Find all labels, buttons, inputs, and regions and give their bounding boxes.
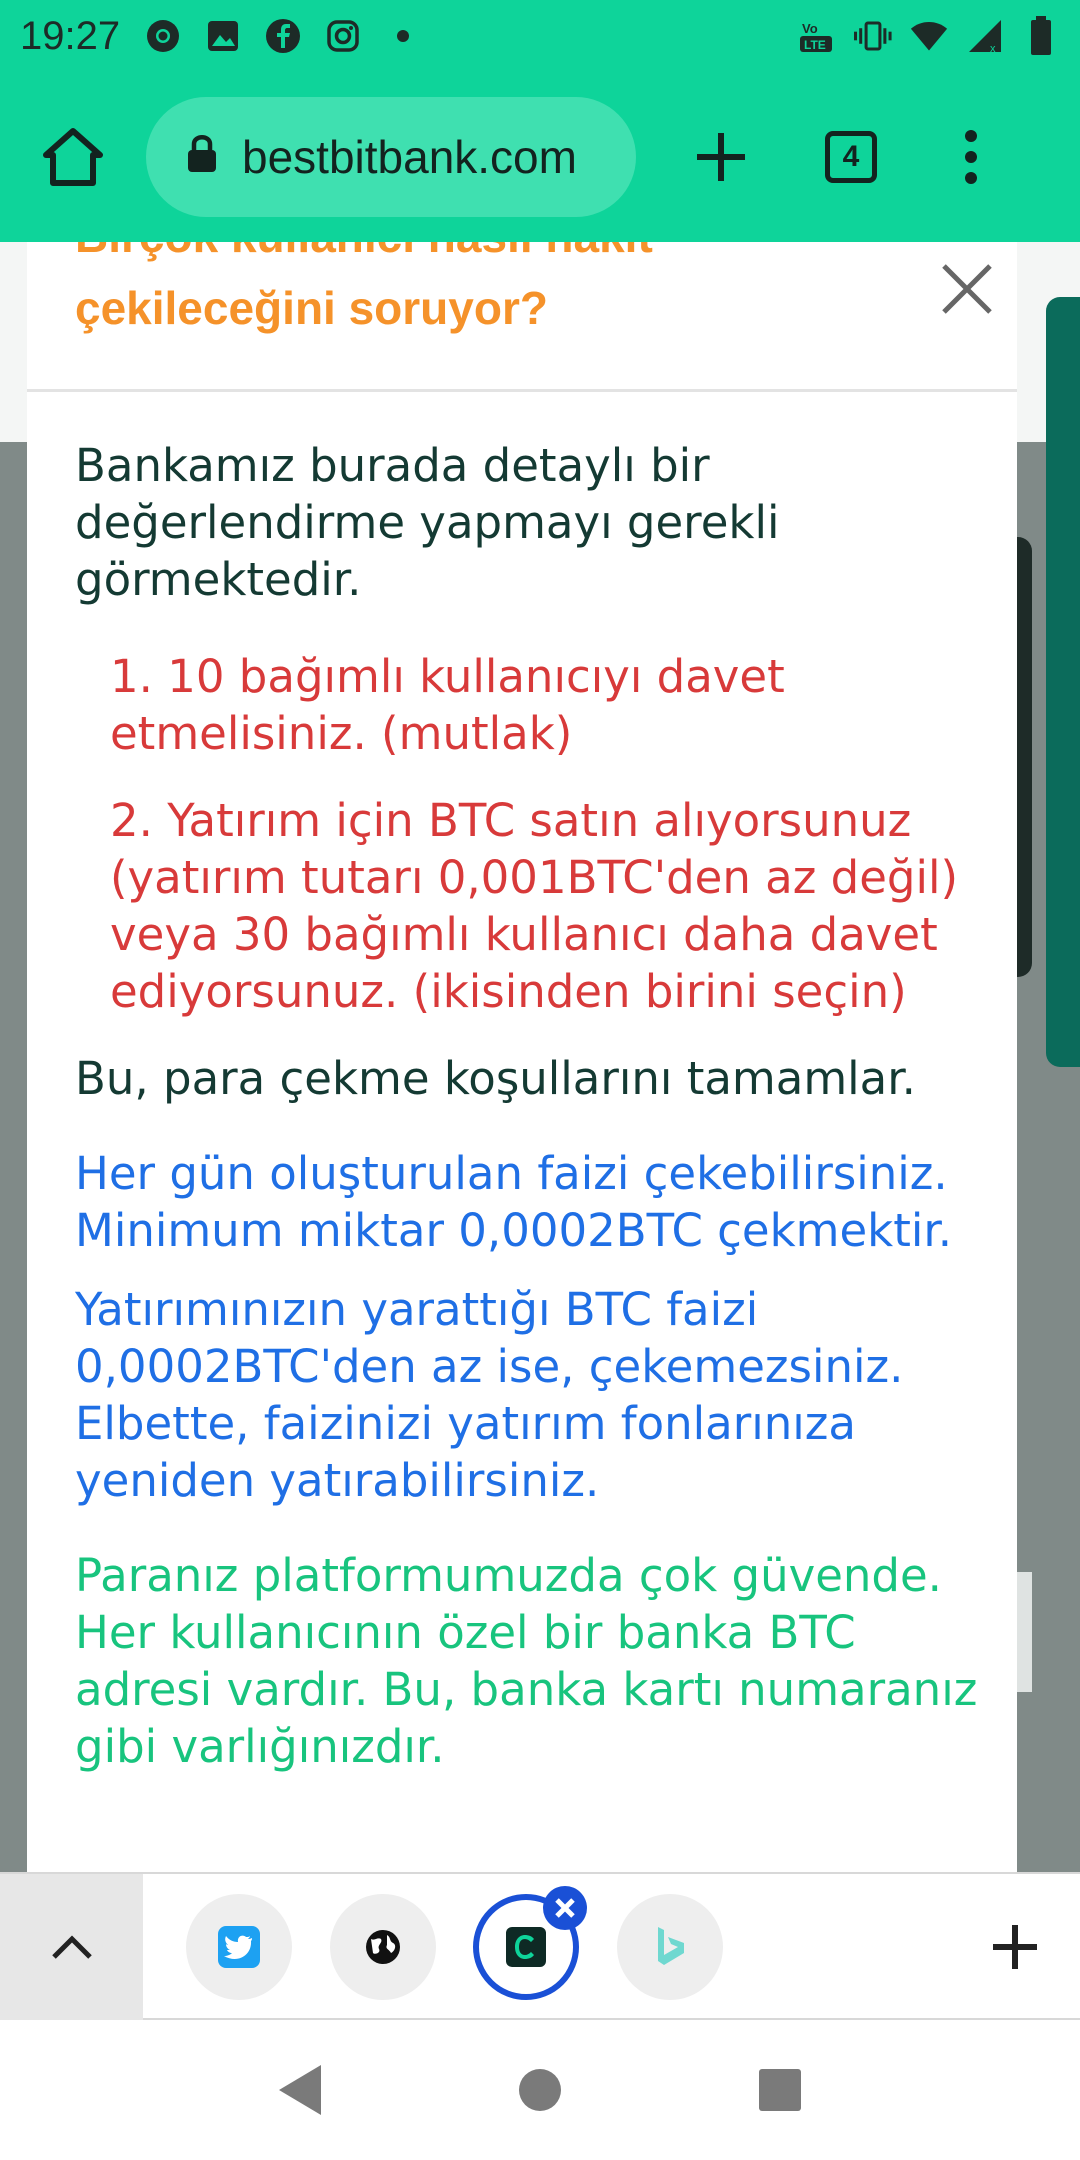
dot-icon	[384, 17, 422, 55]
plus-icon	[697, 133, 745, 181]
close-tab-button[interactable]	[543, 1886, 587, 1930]
system-nav-bar	[0, 2020, 1080, 2160]
modal-title: Birçok kullanıcı nasıl nakit çekileceğin…	[75, 242, 653, 334]
tab-globe[interactable]	[330, 1894, 436, 2000]
security-text: Paranız platformumuzda çok güvende. Her …	[75, 1549, 978, 1773]
lock-icon	[186, 130, 218, 184]
collapse-tab-strip-button[interactable]	[0, 1874, 143, 2020]
interest-text: Her gün oluşturulan faizi çekebilirsiniz…	[75, 1147, 953, 1257]
globe-icon	[366, 1930, 400, 1964]
address-bar[interactable]: bestbitbank.com	[146, 97, 636, 217]
tab-strip	[0, 1872, 1080, 2020]
svg-text:LTE: LTE	[804, 38, 826, 52]
tab-count: 4	[825, 131, 877, 183]
info-modal: Birçok kullanıcı nasıl nakit çekileceğin…	[27, 242, 1017, 1872]
rule-item: 2. Yatırım için BTC satın alıyorsunuz (y…	[110, 794, 959, 1018]
modal-body: Bankamız burada detaylı bir değerlendirm…	[75, 437, 995, 1775]
close-icon	[555, 1898, 575, 1918]
recents-button[interactable]	[730, 2040, 830, 2140]
bing-icon	[658, 1927, 684, 1965]
instagram-icon	[324, 17, 362, 55]
chevron-up-icon	[51, 1935, 92, 1959]
chrome-icon	[144, 17, 182, 55]
back-icon	[279, 2065, 321, 2115]
menu-button[interactable]	[926, 112, 1016, 202]
close-button[interactable]	[922, 244, 1012, 334]
modal-header: Birçok kullanıcı nasıl nakit çekileceğin…	[27, 242, 1017, 392]
page-side-card	[1046, 297, 1080, 1067]
close-icon	[942, 264, 992, 314]
conclusion-text: Bu, para çekme koşullarını tamamlar.	[75, 1052, 916, 1105]
more-vert-icon	[965, 130, 977, 184]
facebook-icon	[264, 17, 302, 55]
battery-icon	[1022, 16, 1060, 55]
rule-item: 1. 10 bağımlı kullanıcıyı davet etmelisi…	[110, 650, 785, 760]
home-nav-button[interactable]	[490, 2040, 590, 2140]
add-tab-button[interactable]	[970, 1902, 1060, 1992]
svg-text:Vo: Vo	[802, 21, 818, 36]
svg-text:x: x	[990, 43, 996, 54]
back-button[interactable]	[250, 2040, 350, 2140]
plus-icon	[993, 1925, 1037, 1969]
new-tab-button[interactable]	[676, 112, 766, 202]
status-time: 19:27	[20, 13, 121, 58]
image-icon	[204, 17, 242, 55]
signal-icon: x	[966, 17, 1004, 55]
c-app-icon	[506, 1927, 546, 1967]
home-icon	[43, 128, 103, 186]
volte-icon: Vo LTE	[798, 17, 836, 55]
tab-switcher-button[interactable]: 4	[806, 112, 896, 202]
reinvest-text: Yatırımınızın yarattığı BTC faizi 0,0002…	[75, 1283, 904, 1507]
status-bar: 19:27 Vo LTE x	[0, 0, 1080, 72]
twitter-icon	[218, 1926, 260, 1968]
tab-bing[interactable]	[617, 1894, 723, 2000]
browser-toolbar: bestbitbank.com 4	[0, 72, 1080, 242]
square-recents-icon	[759, 2069, 801, 2111]
home-button[interactable]	[30, 114, 116, 200]
rules-list: 1. 10 bağımlı kullanıcıyı davet etmelisi…	[110, 648, 995, 1020]
intro-text: Bankamız burada detaylı bir değerlendirm…	[75, 439, 780, 606]
wifi-icon	[910, 17, 948, 55]
vibrate-icon	[854, 17, 892, 55]
url-text: bestbitbank.com	[242, 131, 577, 183]
circle-home-icon	[519, 2069, 561, 2111]
tab-twitter[interactable]	[186, 1894, 292, 2000]
